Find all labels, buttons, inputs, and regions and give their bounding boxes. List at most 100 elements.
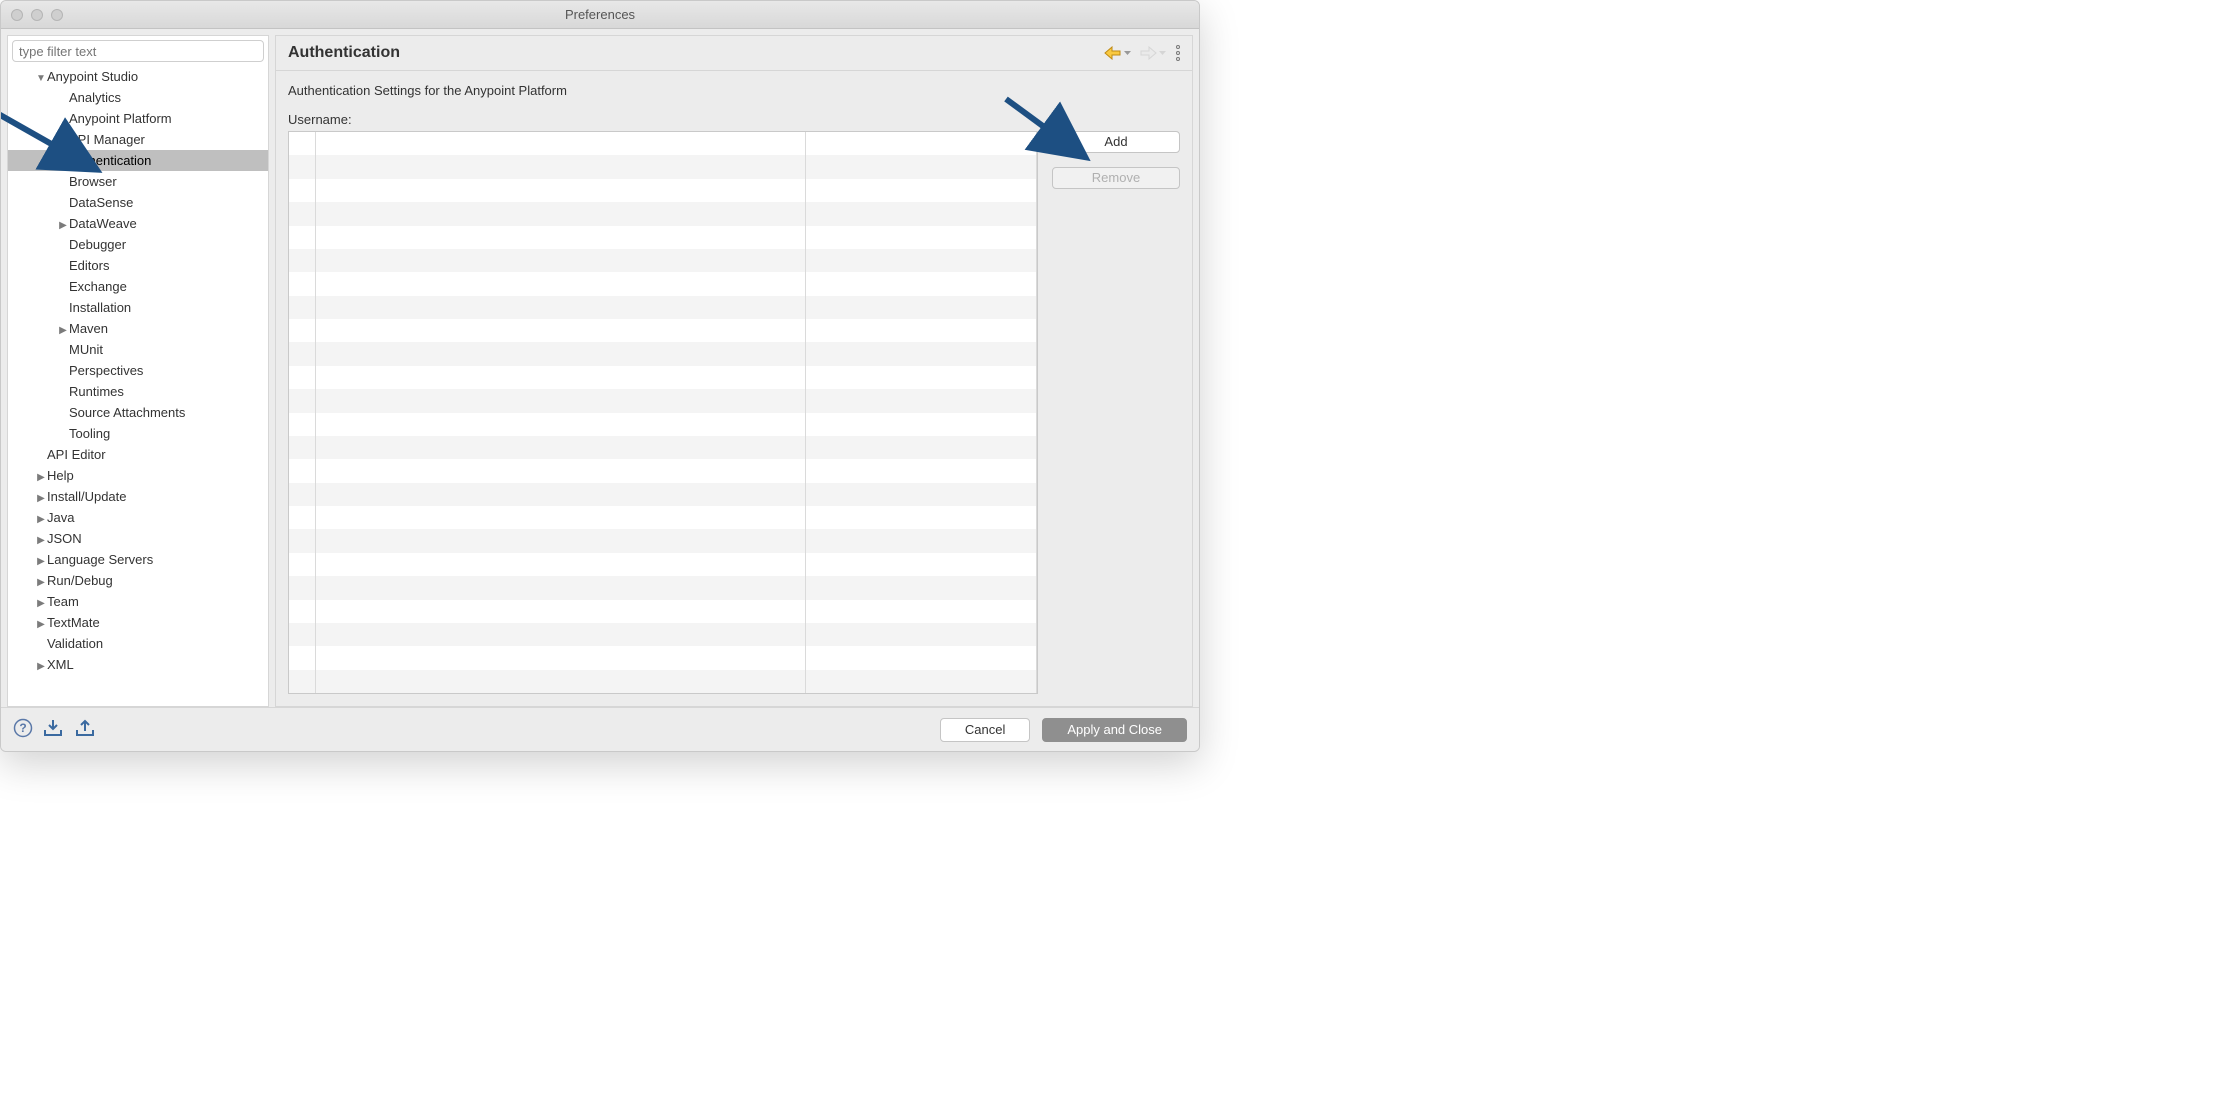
table-row[interactable] (289, 226, 1037, 249)
table-row[interactable] (289, 506, 1037, 529)
caret-right-icon[interactable]: ▶ (58, 320, 68, 339)
table-row[interactable] (289, 529, 1037, 552)
tree-item-tooling[interactable]: ▶Tooling (8, 423, 268, 444)
tree-item-dataweave[interactable]: ▶DataWeave (8, 213, 268, 234)
tree-item-anypoint-platform[interactable]: ▶Anypoint Platform (8, 108, 268, 129)
table-row[interactable] (289, 623, 1037, 646)
table-row[interactable] (289, 670, 1037, 693)
table-row[interactable] (289, 483, 1037, 506)
tree-item-validation[interactable]: ▶Validation (8, 633, 268, 654)
tree-item-debugger[interactable]: ▶Debugger (8, 234, 268, 255)
header-nav-icons (1102, 44, 1180, 62)
tree-item-label: API Manager (69, 132, 145, 147)
import-icon[interactable] (43, 719, 65, 740)
tree-item-label: Anypoint Platform (69, 111, 172, 126)
caret-right-icon[interactable]: ▶ (36, 551, 46, 570)
forward-button[interactable] (1137, 44, 1168, 62)
tree-item-label: Run/Debug (47, 573, 113, 588)
tree-item-perspectives[interactable]: ▶Perspectives (8, 360, 268, 381)
tree-item-editors[interactable]: ▶Editors (8, 255, 268, 276)
table-row[interactable] (289, 342, 1037, 365)
caret-right-icon[interactable]: ▶ (36, 509, 46, 528)
caret-right-icon[interactable]: ▶ (36, 467, 46, 486)
tree-item-language-servers[interactable]: ▶Language Servers (8, 549, 268, 570)
tree-item-install-update[interactable]: ▶Install/Update (8, 486, 268, 507)
tree-item-exchange[interactable]: ▶Exchange (8, 276, 268, 297)
table-row[interactable] (289, 155, 1037, 178)
table-row[interactable] (289, 576, 1037, 599)
tree-item-label: Debugger (69, 237, 126, 252)
table-row[interactable] (289, 389, 1037, 412)
caret-right-icon[interactable]: ▶ (36, 593, 46, 612)
caret-right-icon[interactable]: ▶ (36, 656, 46, 675)
tree-item-java[interactable]: ▶Java (8, 507, 268, 528)
tree-item-datasense[interactable]: ▶DataSense (8, 192, 268, 213)
tree-item-munit[interactable]: ▶MUnit (8, 339, 268, 360)
table-row[interactable] (289, 413, 1037, 436)
tree-item-run-debug[interactable]: ▶Run/Debug (8, 570, 268, 591)
tree-item-textmate[interactable]: ▶TextMate (8, 612, 268, 633)
table-row[interactable] (289, 319, 1037, 342)
main-header: Authentication (276, 36, 1192, 71)
help-icon[interactable]: ? (13, 718, 33, 741)
table-row[interactable] (289, 553, 1037, 576)
view-menu-icon[interactable] (1176, 45, 1180, 61)
tree-item-authentication[interactable]: ▶Authentication (8, 150, 268, 171)
add-button[interactable]: Add (1052, 131, 1180, 153)
tree-item-label: Language Servers (47, 552, 153, 567)
chevron-down-icon (1159, 50, 1166, 57)
main-panel: Authentication Authentication (275, 35, 1193, 707)
preferences-tree[interactable]: ▼Anypoint Studio▶Analytics▶Anypoint Plat… (8, 66, 268, 706)
titlebar: Preferences (1, 1, 1199, 29)
tree-item-label: API Editor (47, 447, 106, 462)
caret-right-icon[interactable]: ▶ (36, 572, 46, 591)
table-row[interactable] (289, 179, 1037, 202)
caret-right-icon[interactable]: ▶ (58, 215, 68, 234)
username-label: Username: (288, 112, 1180, 127)
tree-item-installation[interactable]: ▶Installation (8, 297, 268, 318)
tree-item-label: Source Attachments (69, 405, 185, 420)
table-row[interactable] (289, 600, 1037, 623)
tree-item-anypoint-studio[interactable]: ▼Anypoint Studio (8, 66, 268, 87)
caret-right-icon[interactable]: ▶ (36, 488, 46, 507)
preferences-window: Preferences ▼Anypoint Studio▶Analytics▶A… (0, 0, 1200, 752)
tree-item-maven[interactable]: ▶Maven (8, 318, 268, 339)
tree-item-api-manager[interactable]: ▶API Manager (8, 129, 268, 150)
tree-item-label: Validation (47, 636, 103, 651)
settings-subtitle: Authentication Settings for the Anypoint… (288, 83, 1180, 98)
filter-input[interactable] (12, 40, 264, 62)
tree-item-label: Tooling (69, 426, 110, 441)
tree-item-json[interactable]: ▶JSON (8, 528, 268, 549)
table-row[interactable] (289, 249, 1037, 272)
cancel-button[interactable]: Cancel (940, 718, 1030, 742)
caret-right-icon[interactable]: ▶ (36, 614, 46, 633)
tree-item-runtimes[interactable]: ▶Runtimes (8, 381, 268, 402)
table-row[interactable] (289, 646, 1037, 669)
tree-item-label: Analytics (69, 90, 121, 105)
table-row[interactable] (289, 366, 1037, 389)
table-row[interactable] (289, 132, 1037, 155)
table-row[interactable] (289, 272, 1037, 295)
table-row[interactable] (289, 459, 1037, 482)
preferences-sidebar: ▼Anypoint Studio▶Analytics▶Anypoint Plat… (7, 35, 269, 707)
table-row[interactable] (289, 202, 1037, 225)
tree-item-team[interactable]: ▶Team (8, 591, 268, 612)
export-icon[interactable] (75, 719, 97, 740)
table-row[interactable] (289, 296, 1037, 319)
tree-item-browser[interactable]: ▶Browser (8, 171, 268, 192)
back-button[interactable] (1102, 44, 1133, 62)
caret-right-icon[interactable]: ▶ (36, 530, 46, 549)
tree-item-api-editor[interactable]: ▶API Editor (8, 444, 268, 465)
tree-item-label: Runtimes (69, 384, 124, 399)
username-table[interactable] (288, 131, 1038, 694)
tree-item-label: JSON (47, 531, 82, 546)
apply-and-close-button[interactable]: Apply and Close (1042, 718, 1187, 742)
caret-down-icon[interactable]: ▼ (36, 68, 46, 87)
tree-item-label: Anypoint Studio (47, 69, 138, 84)
tree-item-analytics[interactable]: ▶Analytics (8, 87, 268, 108)
tree-item-source-attachments[interactable]: ▶Source Attachments (8, 402, 268, 423)
tree-item-xml[interactable]: ▶XML (8, 654, 268, 675)
tree-item-help[interactable]: ▶Help (8, 465, 268, 486)
table-row[interactable] (289, 436, 1037, 459)
footer: ? Cancel Apply and Close (1, 707, 1199, 751)
